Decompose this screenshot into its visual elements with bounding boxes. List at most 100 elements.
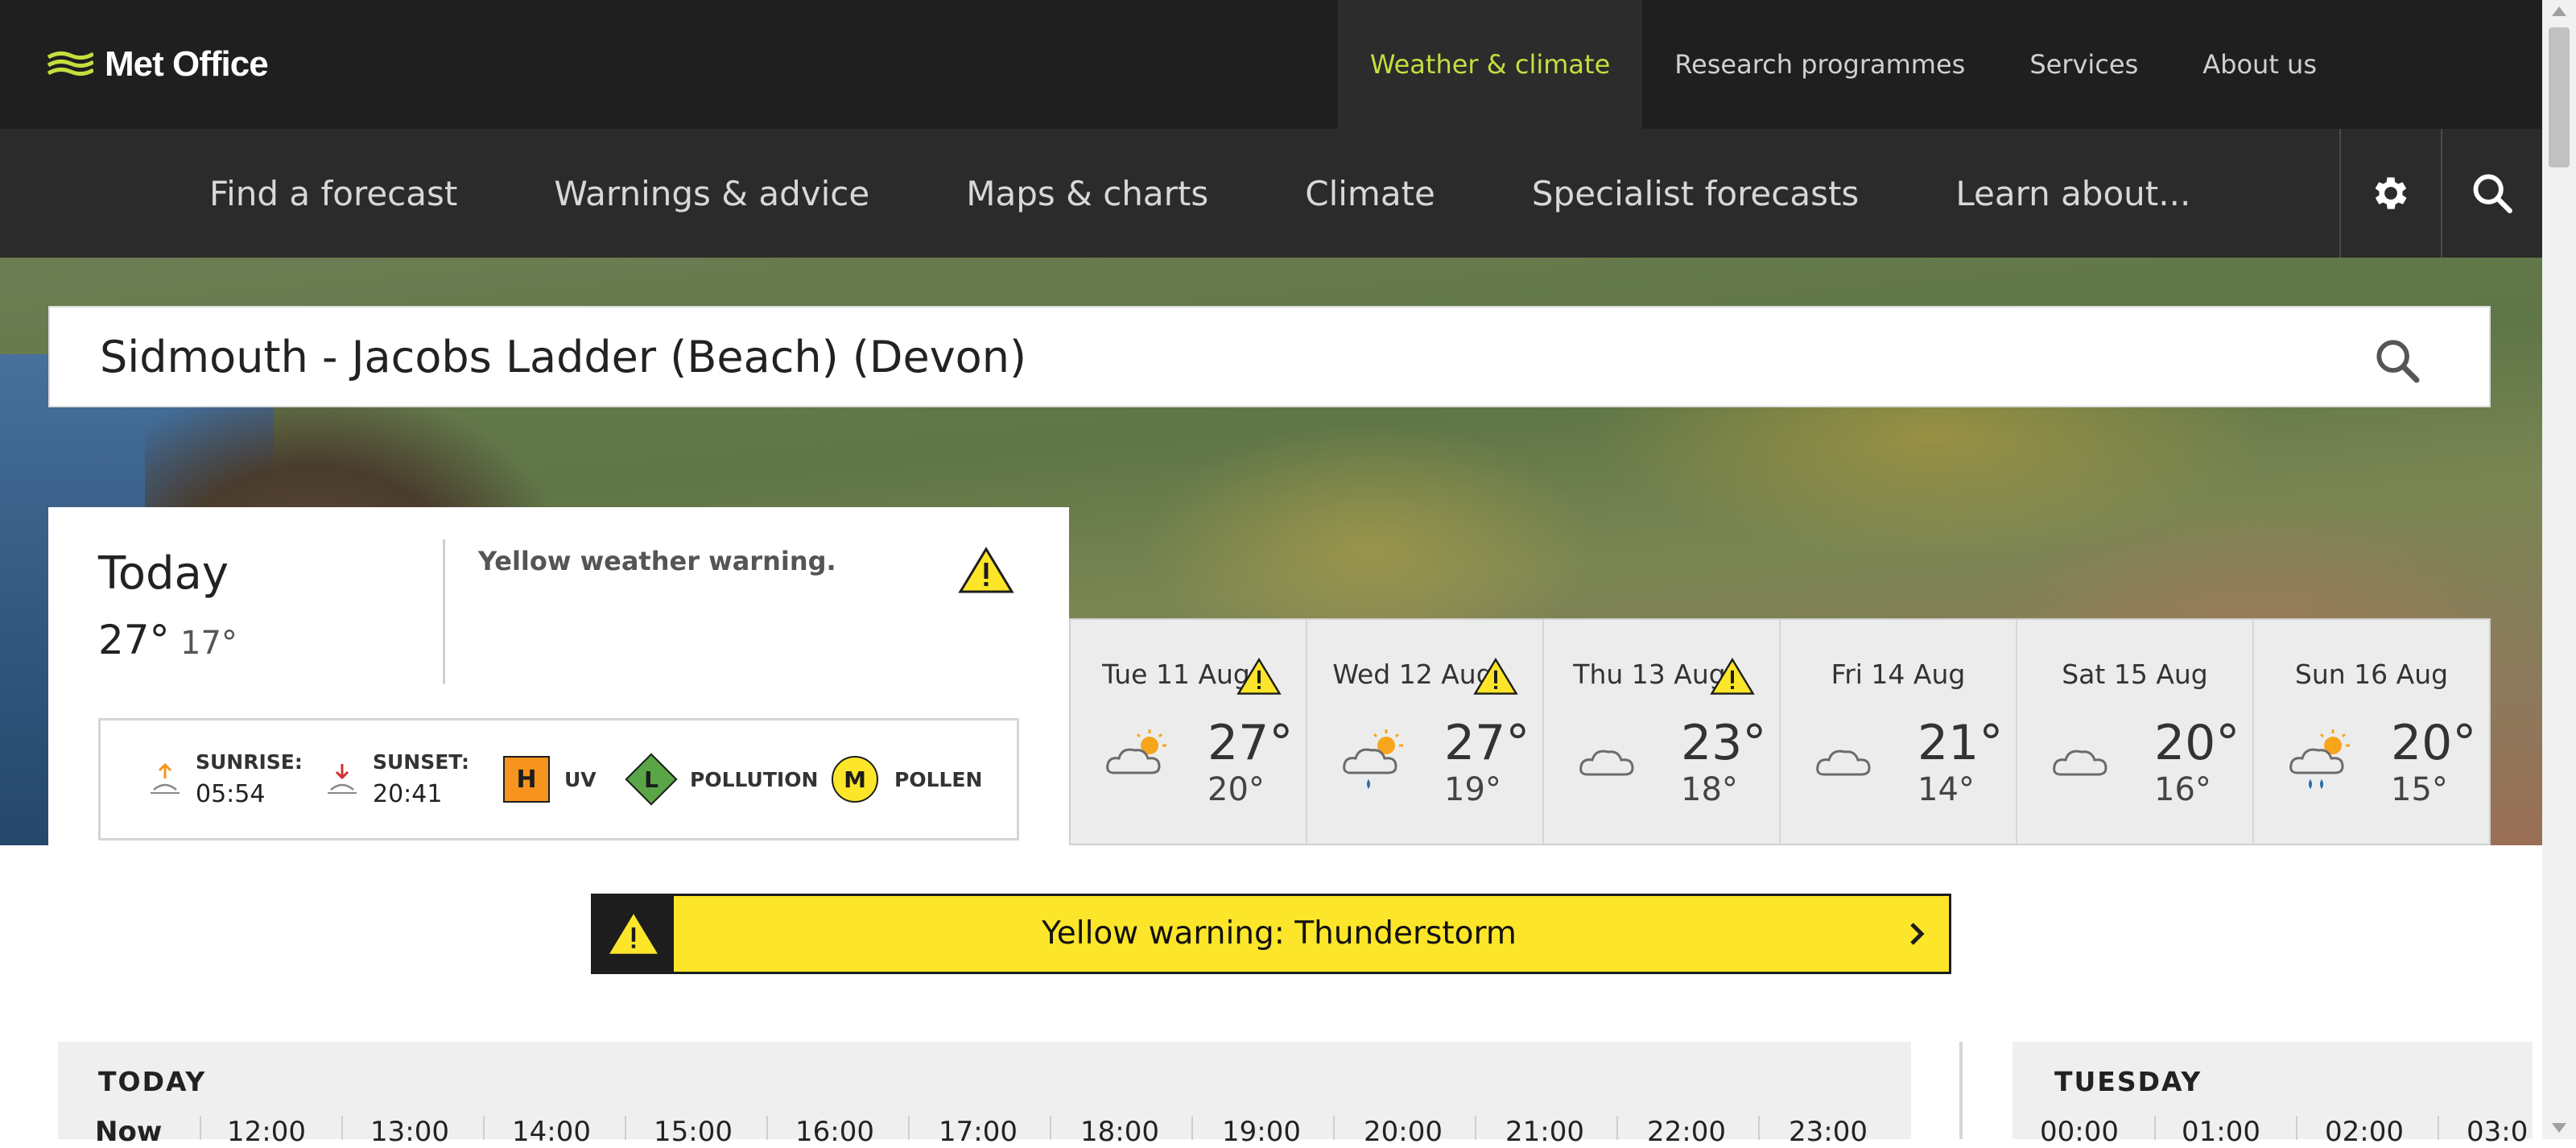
day-low-temp: 16°	[2154, 771, 2211, 808]
pollen-level-badge: M	[832, 756, 878, 803]
warning-icon	[1473, 657, 1518, 695]
topnav-research-programmes[interactable]: Research programmes	[1642, 0, 1997, 129]
warning-banner-chevron	[1885, 896, 1949, 972]
sunset-label: SUNSET:	[373, 750, 469, 774]
day-name: Fri 14 Aug	[1831, 659, 1966, 690]
hour-label: 02:00	[2325, 1116, 2404, 1148]
hour-label: 01:00	[2182, 1116, 2260, 1148]
hourly-tuesday: TUESDAY 00:00 01:00 02:00 03:0	[2013, 1042, 2533, 1148]
brand-name: Met Office	[105, 44, 269, 84]
day-low-temp: 18°	[1681, 771, 1738, 808]
heavy-rain-shower-icon	[2289, 729, 2350, 789]
hour-label: 23:00	[1789, 1116, 1868, 1148]
hour-label: 21:00	[1505, 1116, 1584, 1148]
location-search-input[interactable]	[100, 308, 2273, 406]
main-nav: Find a forecast Warnings & advice Maps &…	[0, 129, 2542, 258]
today-high-temp: 27°	[98, 617, 170, 663]
sunrise-label: SUNRISE:	[196, 750, 303, 774]
nav-maps-charts[interactable]: Maps & charts	[918, 129, 1257, 258]
hourly-today-label: TODAY	[98, 1066, 207, 1097]
warning-banner-text: Yellow warning: Thunderstorm	[1042, 915, 1517, 952]
nav-warnings-advice[interactable]: Warnings & advice	[506, 129, 918, 258]
warning-icon[interactable]	[958, 546, 1014, 594]
topnav-services[interactable]: Services	[1997, 0, 2170, 129]
nav-learn-about[interactable]: Learn about...	[1907, 129, 2239, 258]
scroll-down-arrow[interactable]	[2552, 1123, 2566, 1133]
day-tab[interactable]: Tue 11 Aug 27° 20°	[1071, 620, 1307, 844]
search-icon[interactable]	[2372, 335, 2423, 386]
uv-stat[interactable]: H UV	[503, 721, 597, 838]
sunset-icon	[328, 764, 357, 794]
pollution-label: POLLUTION	[690, 767, 819, 791]
hourly-separator	[1959, 1042, 1963, 1139]
pollen-stat[interactable]: M POLLEN	[832, 721, 982, 838]
day-tab[interactable]: Thu 13 Aug 23° 18°	[1544, 620, 1781, 844]
day-high-temp: 21°	[1918, 715, 2004, 771]
day-name: Sat 15 Aug	[2062, 659, 2208, 690]
hour-label: 14:00	[512, 1116, 591, 1148]
pollution-level: L	[644, 766, 658, 793]
sunrise-stat: SUNRISE: 05:54	[149, 721, 303, 838]
search-icon	[2473, 174, 2512, 213]
gear-icon	[2375, 177, 2407, 209]
day-high-temp: 27°	[1208, 715, 1294, 771]
day-low-temp: 14°	[1918, 771, 1975, 808]
nav-specialist-forecasts[interactable]: Specialist forecasts	[1484, 129, 1907, 258]
hour-label: 00:00	[2040, 1116, 2119, 1148]
sunset-time: 20:41	[373, 780, 443, 808]
page-scrollbar[interactable]	[2542, 0, 2576, 1139]
chevron-right-icon	[1910, 923, 1925, 945]
today-divider	[443, 539, 445, 684]
header-search-button[interactable]	[2441, 129, 2542, 258]
topnav-about-us[interactable]: About us	[2170, 0, 2542, 129]
hourly-tuesday-times: 00:00 01:00 02:00 03:0	[2013, 1116, 2533, 1148]
day-low-temp: 15°	[2391, 771, 2448, 808]
top-nav: Weather & climate Research programmes Se…	[1337, 0, 2542, 129]
location-search-bar	[48, 306, 2491, 407]
hour-label: 22:00	[1647, 1116, 1726, 1148]
today-low-temp: 17°	[180, 625, 237, 662]
hour-label: 13:00	[370, 1116, 449, 1148]
warning-banner[interactable]: Yellow warning: Thunderstorm	[591, 894, 1951, 974]
hour-label: Now	[95, 1116, 163, 1148]
nav-tools	[2339, 129, 2542, 258]
today-warning-text[interactable]: Yellow weather warning.	[478, 546, 836, 576]
hour-label: 03:0	[2467, 1116, 2529, 1148]
warning-banner-icon-box	[593, 896, 674, 972]
day-tab[interactable]: Sun 16 Aug 20° 15°	[2254, 620, 2489, 844]
light-rain-shower-icon	[1343, 729, 1403, 789]
day-high-temp: 20°	[2391, 715, 2477, 771]
page: Met Office Weather & climate Research pr…	[0, 0, 2576, 1148]
sunrise-icon	[151, 762, 180, 794]
daily-forecast-tabs: Tue 11 Aug 27° 20° Wed 12 Aug 27° 19° Th…	[1069, 618, 2491, 845]
day-high-temp: 23°	[1681, 715, 1767, 771]
scroll-thumb[interactable]	[2549, 27, 2570, 167]
warning-icon	[1236, 657, 1282, 695]
warning-icon	[1710, 657, 1755, 695]
day-tab[interactable]: Sat 15 Aug 20° 16°	[2017, 620, 2254, 844]
hourly-today-times: Now 12:00 13:00 14:00 15:00 16:00 17:00 …	[58, 1116, 1911, 1148]
uv-label: UV	[564, 767, 597, 791]
hour-label: 16:00	[795, 1116, 874, 1148]
today-stats-panel: SUNRISE: 05:54 SUNSET: 20:41 H UV L POLL…	[98, 718, 1019, 840]
day-high-temp: 20°	[2154, 715, 2240, 771]
cloudy-icon	[1816, 750, 1871, 776]
topnav-weather-climate[interactable]: Weather & climate	[1337, 0, 1643, 129]
settings-button[interactable]	[2339, 129, 2441, 258]
day-tab[interactable]: Wed 12 Aug 27° 19°	[1307, 620, 1544, 844]
cloudy-icon	[1579, 750, 1634, 776]
nav-climate[interactable]: Climate	[1257, 129, 1484, 258]
sunrise-time: 05:54	[196, 780, 266, 808]
day-tab[interactable]: Fri 14 Aug 21° 14°	[1781, 620, 2017, 844]
scroll-up-arrow[interactable]	[2552, 6, 2566, 16]
cloudy-icon	[2053, 750, 2107, 776]
nav-find-a-forecast[interactable]: Find a forecast	[161, 129, 506, 258]
day-name: Sun 16 Aug	[2294, 659, 2449, 690]
sunset-stat: SUNSET: 20:41	[326, 721, 469, 838]
met-office-logo[interactable]: Met Office	[47, 40, 269, 89]
met-office-logo-icon	[47, 51, 93, 76]
day-low-temp: 19°	[1444, 771, 1501, 808]
hourly-tuesday-label: TUESDAY	[2054, 1066, 2202, 1097]
today-title: Today	[98, 547, 229, 600]
pollution-stat[interactable]: L POLLUTION	[625, 721, 819, 838]
